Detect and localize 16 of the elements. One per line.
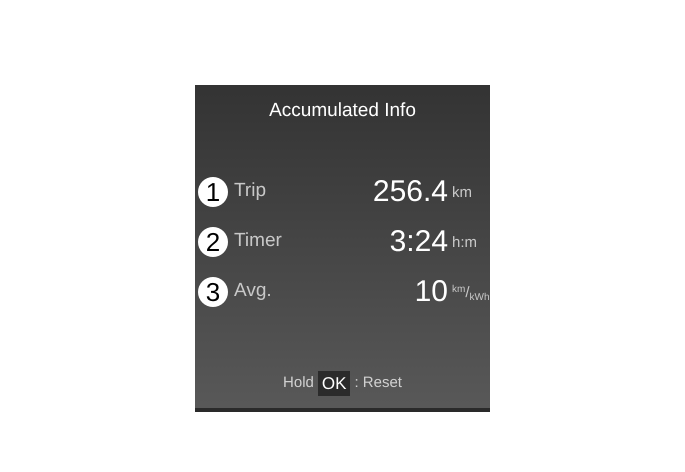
row-value: 10 [414,276,448,306]
row-value: 3:24 [388,226,448,256]
hold-text: Hold [283,373,314,393]
row-label: Trip [234,179,268,204]
unit-label: $^{km}$/$_{kWh}$ [452,283,490,304]
row-label: Timer [234,229,283,254]
number-badge: 3 [198,276,228,306]
unit-label: km [452,183,472,203]
screen-title: Accumulated Info [269,99,416,123]
row-label: Avg. [234,279,273,304]
number-badge: 2 [198,226,228,256]
reset-text: : Reset [354,373,402,393]
unit-label: h:m [452,233,478,253]
number-badge: 1 [198,176,228,206]
ok-key: OK [318,370,350,396]
row-value: 256.4 [372,176,448,206]
